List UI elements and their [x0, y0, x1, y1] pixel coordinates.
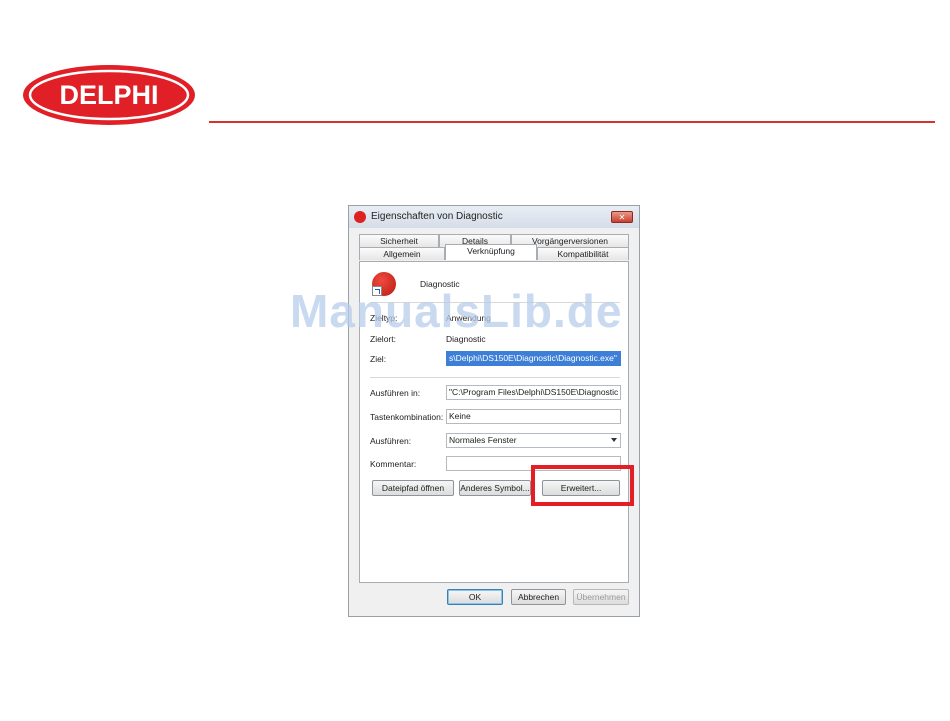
separator [370, 377, 620, 378]
close-button[interactable]: ✕ [611, 211, 633, 223]
start-in-label: Ausführen in: [370, 388, 421, 398]
properties-dialog: Eigenschaften von Diagnostic ✕ Sicherhei… [348, 205, 640, 617]
start-in-input[interactable]: "C:\Program Files\Delphi\DS150E\Diagnost… [446, 385, 621, 400]
tab-allgemein[interactable]: Allgemein [359, 247, 445, 260]
target-input[interactable]: s\Delphi\DS150E\Diagnostic\Diagnostic.ex… [446, 351, 621, 366]
title-bar[interactable]: Eigenschaften von Diagnostic ✕ [349, 206, 639, 228]
run-select-value: Normales Fenster [449, 435, 517, 445]
dialog-title: Eigenschaften von Diagnostic [371, 211, 503, 222]
cancel-button[interactable]: Abbrechen [511, 589, 566, 605]
tab-sicherheit[interactable]: Sicherheit [359, 234, 439, 247]
comment-label: Kommentar: [370, 459, 417, 469]
change-icon-button[interactable]: Anderes Symbol... [459, 480, 531, 496]
app-title-icon [354, 211, 366, 223]
run-label: Ausführen: [370, 436, 412, 446]
tab-kompatibilitaet[interactable]: Kompatibilität [537, 247, 629, 260]
target-label: Ziel: [370, 354, 387, 364]
open-file-location-button[interactable]: Dateipfad öffnen [372, 480, 454, 496]
ok-button[interactable]: OK [447, 589, 503, 605]
shortcut-key-input[interactable]: Keine [446, 409, 621, 424]
run-select[interactable]: Normales Fenster [446, 433, 621, 448]
advanced-button-highlight [531, 465, 634, 506]
shortcut-key-label: Tastenkombination: [370, 412, 444, 422]
tab-verknuepfung[interactable]: Verknüpfung [445, 244, 537, 260]
watermark: ManualsLib.de [290, 285, 623, 337]
apply-button[interactable]: Übernehmen [573, 589, 629, 605]
chevron-down-icon[interactable] [611, 438, 617, 442]
logo-text: DELPHI [59, 79, 159, 110]
delphi-logo: DELPHI [22, 64, 196, 126]
header-rule [209, 121, 935, 123]
